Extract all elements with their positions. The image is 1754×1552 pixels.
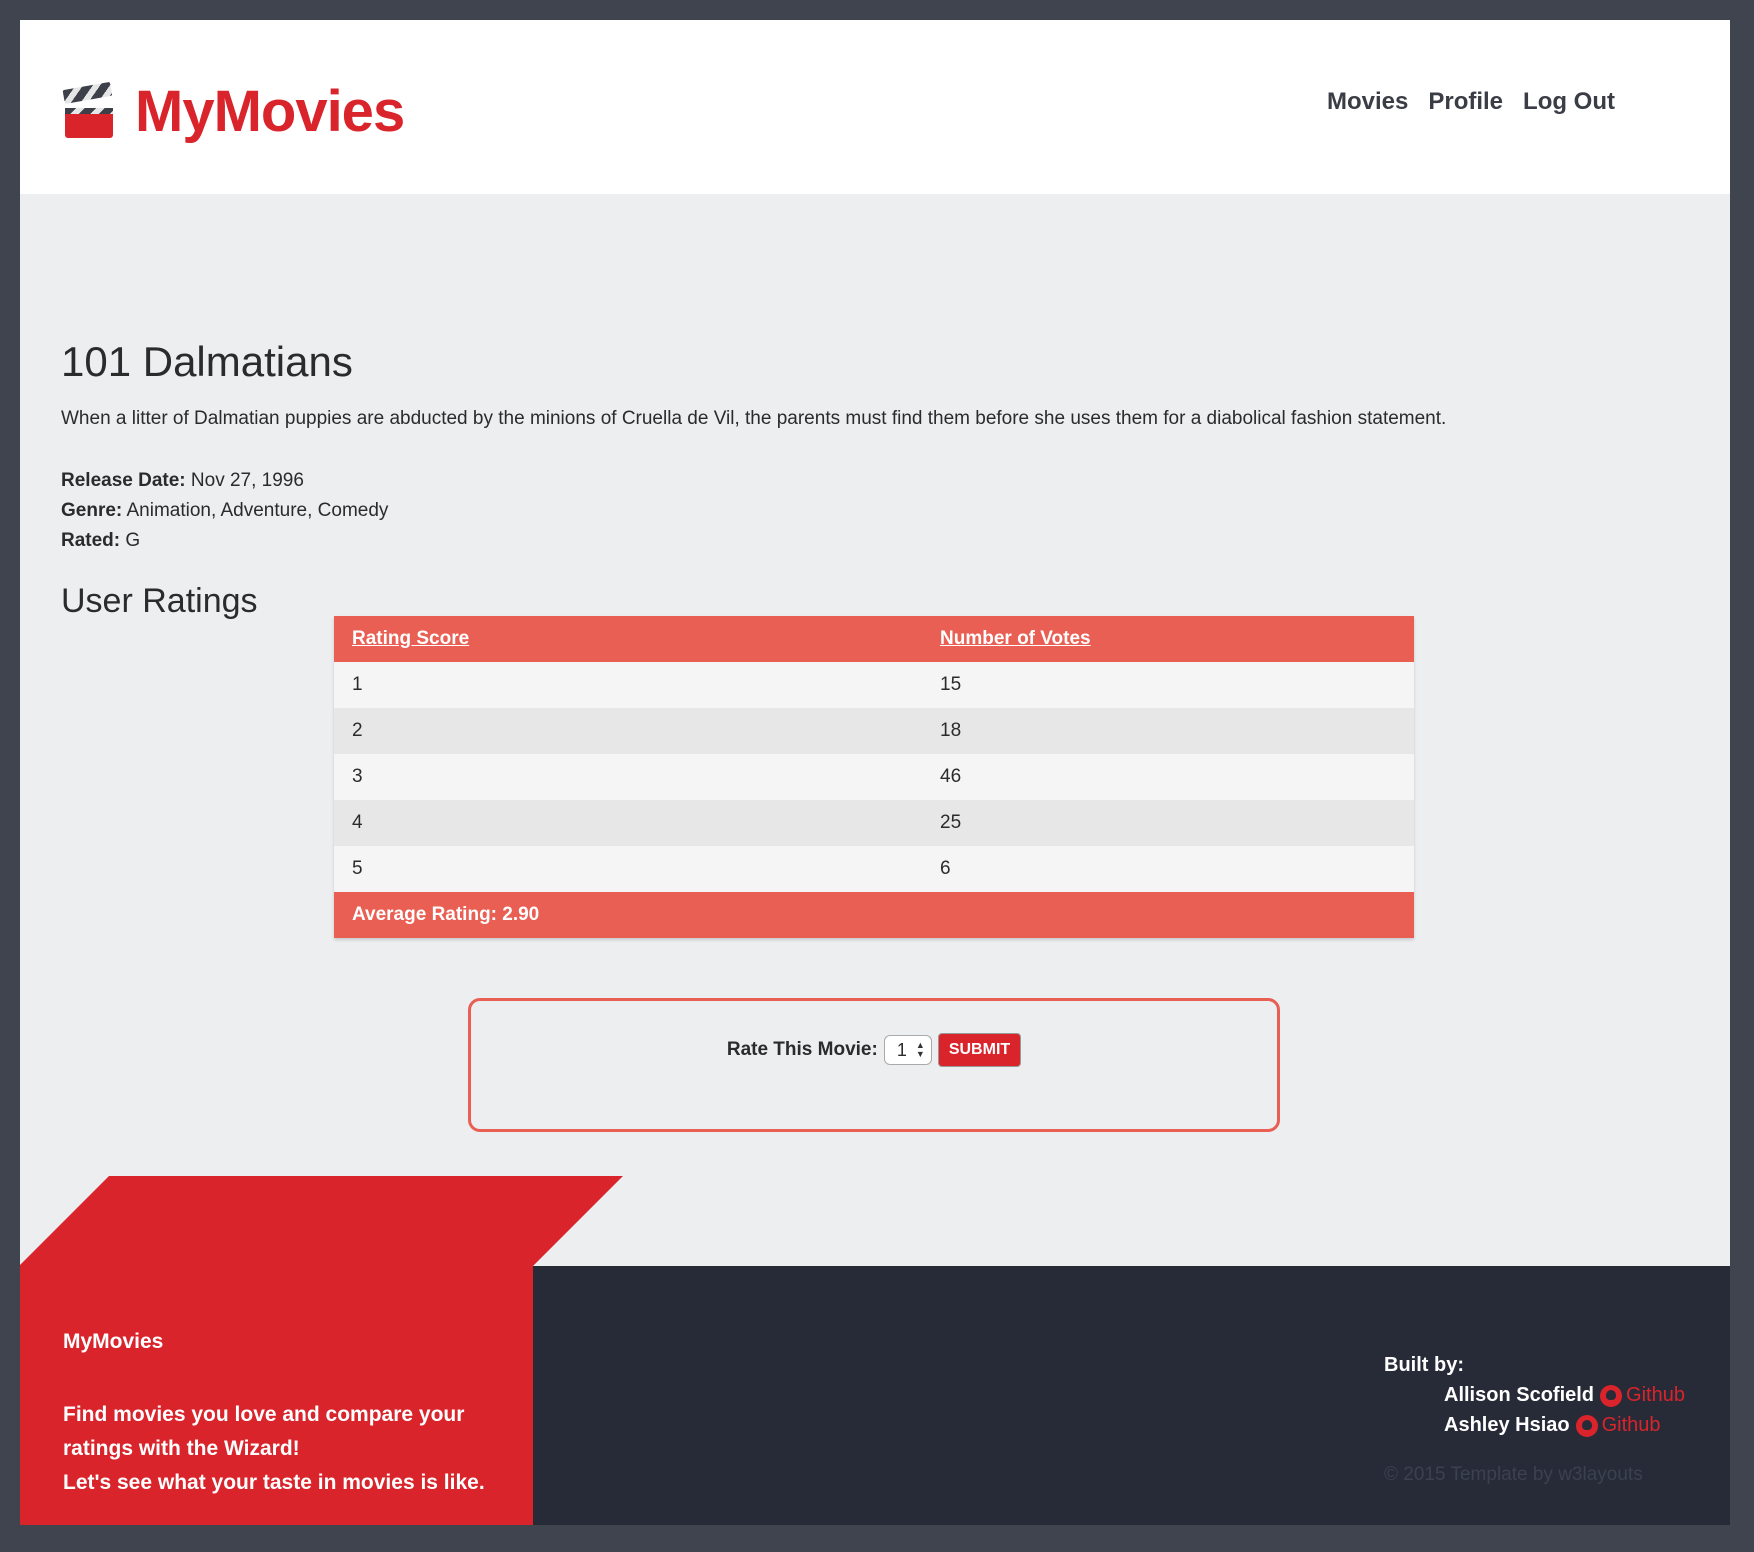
site-logo[interactable]: MyMovies bbox=[62, 78, 405, 145]
submit-button[interactable]: SUBMIT bbox=[937, 1033, 1022, 1067]
github-icon bbox=[1575, 1414, 1598, 1437]
movie-meta: Release Date: Nov 27, 1996 Genre: Animat… bbox=[61, 466, 388, 556]
votes-cell: 25 bbox=[922, 800, 1414, 846]
rating-score-cell: 5 bbox=[334, 846, 922, 892]
genre-label: Genre: bbox=[61, 500, 123, 521]
footer-tagline-line-2: Let's see what your taste in movies is l… bbox=[63, 1471, 485, 1494]
built-by-label: Built by: bbox=[1384, 1354, 1464, 1376]
site-header: MyMovies Movies Profile Log Out bbox=[20, 20, 1730, 194]
table-row: 5 6 bbox=[334, 846, 1414, 892]
average-rating-row: Average Rating: 2.90 bbox=[334, 892, 1414, 938]
footer-brand: MyMovies bbox=[63, 1330, 164, 1353]
builder-name: Ashley Hsiao bbox=[1444, 1414, 1570, 1436]
clapperboard-icon bbox=[62, 81, 115, 140]
builder-entry: Allison Scofield Github bbox=[1444, 1384, 1685, 1407]
release-date-value: Nov 27, 1996 bbox=[190, 470, 304, 491]
release-date-label: Release Date: bbox=[61, 470, 186, 491]
nav-profile[interactable]: Profile bbox=[1428, 88, 1503, 116]
github-link-label: Github bbox=[1626, 1384, 1685, 1406]
rating-score-cell: 1 bbox=[334, 662, 922, 708]
votes-cell: 15 bbox=[922, 662, 1414, 708]
rated-value: G bbox=[125, 530, 141, 551]
rated-label: Rated: bbox=[61, 530, 121, 551]
github-link[interactable]: Github bbox=[1575, 1414, 1661, 1437]
rated-row: Rated: G bbox=[61, 526, 388, 556]
table-row: 2 18 bbox=[334, 708, 1414, 754]
github-icon bbox=[1600, 1384, 1623, 1407]
nav-log-out[interactable]: Log Out bbox=[1523, 88, 1615, 116]
page-frame: MyMovies Movies Profile Log Out 101 Dalm… bbox=[20, 20, 1730, 1525]
column-header-rating-score[interactable]: Rating Score bbox=[334, 616, 922, 662]
rating-score-cell: 4 bbox=[334, 800, 922, 846]
table-header-row: Rating Score Number of Votes bbox=[334, 616, 1414, 662]
rate-movie-label: Rate This Movie: bbox=[726, 1039, 878, 1060]
github-link[interactable]: Github bbox=[1600, 1384, 1685, 1407]
footer-tagline-line-1: Find movies you love and compare your ra… bbox=[63, 1403, 465, 1460]
rating-select[interactable]: 1 ▲ ▼ bbox=[883, 1035, 932, 1065]
builder-entry: Ashley Hsiao Github bbox=[1444, 1414, 1661, 1437]
table-row: 3 46 bbox=[334, 754, 1414, 800]
ratings-table: Rating Score Number of Votes 1 15 2 18 3… bbox=[334, 616, 1414, 938]
nav-movies[interactable]: Movies bbox=[1327, 88, 1408, 116]
copyright: © 2015 Template by w3layouts bbox=[1384, 1464, 1643, 1485]
genre-row: Genre: Animation, Adventure, Comedy bbox=[61, 496, 388, 526]
votes-cell: 6 bbox=[922, 846, 1414, 892]
votes-cell: 46 bbox=[922, 754, 1414, 800]
average-rating: Average Rating: 2.90 bbox=[334, 892, 1414, 938]
movie-description: When a litter of Dalmatian puppies are a… bbox=[61, 408, 1447, 429]
main-nav: Movies Profile Log Out bbox=[1327, 88, 1615, 116]
table-row: 1 15 bbox=[334, 662, 1414, 708]
table-row: 4 25 bbox=[334, 800, 1414, 846]
column-header-number-of-votes[interactable]: Number of Votes bbox=[922, 616, 1414, 662]
logo-text: MyMovies bbox=[135, 79, 405, 144]
release-date-row: Release Date: Nov 27, 1996 bbox=[61, 466, 388, 496]
builder-name: Allison Scofield bbox=[1444, 1384, 1595, 1406]
movie-title: 101 Dalmatians bbox=[61, 338, 353, 385]
rating-score-cell: 2 bbox=[334, 708, 922, 754]
github-link-label: Github bbox=[1601, 1414, 1661, 1436]
genre-value: Animation, Adventure, Comedy bbox=[126, 500, 389, 521]
rating-score-cell: 3 bbox=[334, 754, 922, 800]
select-arrows-icon: ▲ ▼ bbox=[915, 1040, 925, 1059]
footer-tagline: Find movies you love and compare your ra… bbox=[63, 1398, 503, 1500]
rate-movie-form: Rate This Movie: 1 ▲ ▼ SUBMIT bbox=[468, 998, 1280, 1132]
user-ratings-heading: User Ratings bbox=[61, 582, 258, 620]
rating-select-value: 1 bbox=[896, 1039, 907, 1060]
votes-cell: 18 bbox=[922, 708, 1414, 754]
